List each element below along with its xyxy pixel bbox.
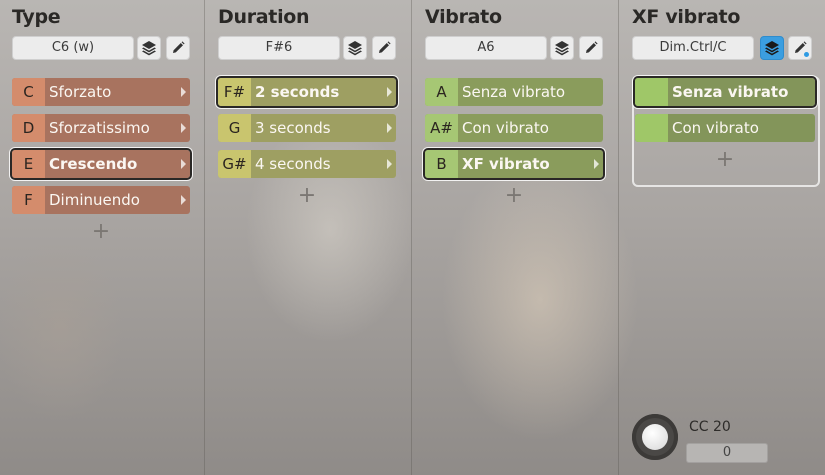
column-title: XF vibrato [632, 6, 741, 28]
controller-selector[interactable]: Dim.Ctrl/C [632, 36, 754, 60]
add-row-button[interactable]: + [218, 184, 396, 208]
expand-arrow-icon[interactable] [181, 123, 186, 133]
articulation-row[interactable]: A# Con vibrato [425, 114, 603, 142]
expand-arrow-icon[interactable] [387, 87, 392, 97]
articulation-list: A Senza vibrato A# Con vibrato B XF vibr… [423, 78, 605, 208]
layers-button-active[interactable] [760, 36, 784, 60]
expand-arrow-icon[interactable] [181, 87, 186, 97]
pencil-icon [586, 41, 598, 53]
articulation-row-selected[interactable]: B XF vibrato [423, 148, 605, 180]
layers-icon [765, 41, 779, 56]
articulation-label: Sforzatissimo [49, 119, 150, 137]
vibrato-column: Vibrato A6 A Senza vibrato A# Con vibrat… [413, 0, 617, 475]
add-row-button[interactable]: + [635, 148, 815, 172]
layers-icon [142, 41, 156, 56]
crossfade-label: Senza vibrato [672, 83, 789, 101]
keyswitch-selector[interactable]: C6 (w) [12, 36, 134, 60]
articulation-label: Sforzato [49, 83, 112, 101]
key-cell: D [12, 114, 45, 142]
layers-button[interactable] [550, 36, 574, 60]
edit-button[interactable] [166, 36, 190, 60]
articulation-label: Crescendo [49, 155, 138, 173]
key-cell: A# [425, 114, 458, 142]
column-divider [411, 0, 412, 475]
articulation-label: 3 seconds [255, 119, 331, 137]
key-cell: G# [218, 150, 251, 178]
knob-cap [642, 424, 668, 450]
expand-arrow-icon[interactable] [387, 159, 392, 169]
articulation-list: C Sforzato D Sforzatissimo E Crescendo F… [10, 78, 192, 244]
crossfade-label: Con vibrato [672, 119, 759, 137]
modified-indicator [804, 52, 809, 57]
articulation-row[interactable]: F Diminuendo [12, 186, 190, 214]
articulation-row[interactable]: G# 4 seconds [218, 150, 396, 178]
edit-button[interactable] [579, 36, 603, 60]
cc-label: CC 20 [689, 419, 731, 435]
expand-arrow-icon[interactable] [594, 159, 599, 169]
column-title: Vibrato [425, 6, 502, 28]
crossfade-list: Senza vibrato Con vibrato + [633, 76, 817, 172]
edit-button[interactable] [788, 36, 812, 60]
articulation-row[interactable]: C Sforzato [12, 78, 190, 106]
keyswitch-selector[interactable]: A6 [425, 36, 547, 60]
edit-button[interactable] [372, 36, 396, 60]
key-cell: G [218, 114, 251, 142]
layers-icon [555, 41, 569, 56]
column-divider [618, 0, 619, 475]
crossfade-row[interactable]: Con vibrato [635, 114, 815, 142]
key-cell: B [425, 150, 458, 178]
articulation-label: Senza vibrato [462, 83, 566, 101]
layers-icon [348, 41, 362, 56]
key-cell: F [12, 186, 45, 214]
articulation-row[interactable]: G 3 seconds [218, 114, 396, 142]
expand-arrow-icon[interactable] [181, 195, 186, 205]
keyswitch-selector[interactable]: F#6 [218, 36, 340, 60]
xf-vibrato-column: XF vibrato Dim.Ctrl/C Senza vibrato Con … [620, 0, 825, 475]
articulation-label: 4 seconds [255, 155, 331, 173]
articulation-list: F# 2 seconds G 3 seconds G# 4 seconds + [216, 76, 398, 208]
key-cell: E [12, 150, 45, 178]
column-title: Type [12, 6, 61, 28]
cc-controller: CC 20 0 [632, 414, 812, 470]
duration-column: Duration F#6 F# 2 seconds G 3 seconds G#… [206, 0, 410, 475]
articulation-row-selected[interactable]: E Crescendo [10, 148, 192, 180]
pencil-icon [379, 41, 391, 53]
color-swatch [635, 114, 668, 142]
column-title: Duration [218, 6, 310, 28]
cc-value-field[interactable]: 0 [686, 443, 768, 463]
key-cell: F# [218, 78, 251, 106]
expand-arrow-icon[interactable] [387, 123, 392, 133]
key-cell: A [425, 78, 458, 106]
articulation-row[interactable]: D Sforzatissimo [12, 114, 190, 142]
layers-button[interactable] [343, 36, 367, 60]
crossfade-row-selected[interactable]: Senza vibrato [633, 76, 817, 108]
column-divider [204, 0, 205, 475]
add-row-button[interactable]: + [425, 184, 603, 208]
color-swatch [635, 78, 668, 106]
layers-button[interactable] [137, 36, 161, 60]
add-row-button[interactable]: + [12, 220, 190, 244]
expand-arrow-icon[interactable] [181, 159, 186, 169]
articulation-label: 2 seconds [255, 83, 340, 101]
articulation-row[interactable]: A Senza vibrato [425, 78, 603, 106]
articulation-label: Con vibrato [462, 119, 549, 137]
articulation-label: XF vibrato [462, 155, 550, 173]
pencil-icon [173, 41, 185, 53]
key-cell: C [12, 78, 45, 106]
articulation-row-selected[interactable]: F# 2 seconds [216, 76, 398, 108]
cc-knob[interactable] [632, 414, 678, 460]
articulation-label: Diminuendo [49, 191, 140, 209]
type-column: Type C6 (w) C Sforzato D Sforzatissimo E… [0, 0, 204, 475]
